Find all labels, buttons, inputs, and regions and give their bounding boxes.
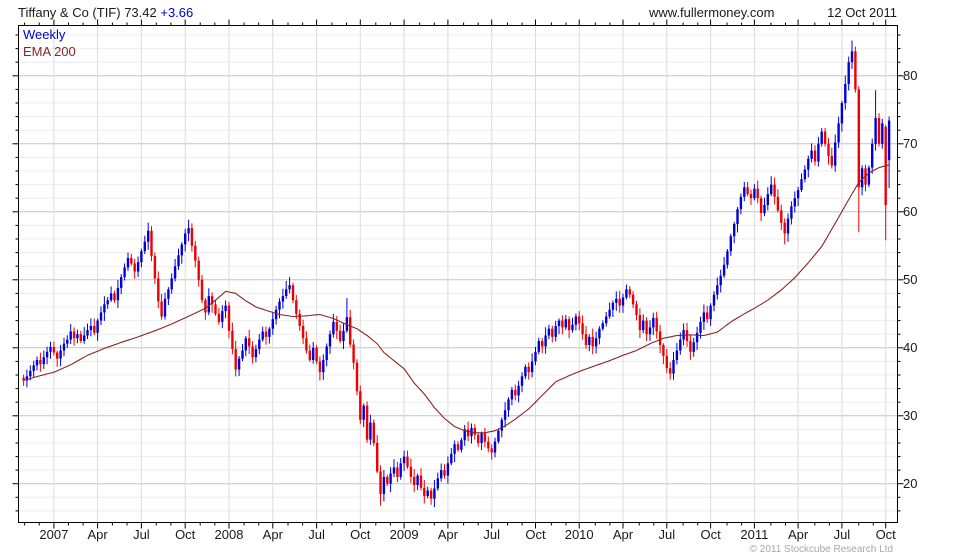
x-axis-label: Oct: [700, 527, 721, 542]
x-axis-label: Oct: [525, 527, 546, 542]
x-axis-label: Apr: [612, 527, 634, 542]
candles: [22, 40, 891, 507]
instrument-name: Tiffany & Co (TIF): [18, 5, 121, 20]
x-axis-label: Apr: [437, 527, 458, 542]
x-axis-label: Apr: [787, 527, 809, 542]
y-axis-label: 20: [903, 476, 918, 492]
last-price: 73.42: [124, 5, 157, 20]
x-axis-label: Jul: [658, 527, 676, 542]
y-axis-label: 80: [903, 68, 918, 84]
x-axis-label: Oct: [875, 527, 896, 542]
site-url: www.fullermoney.com: [649, 5, 775, 20]
legend-ema-label: EMA 200: [23, 44, 76, 59]
x-axis-label: Jul: [483, 527, 500, 542]
price-chart: [12, 19, 904, 529]
x-axis-label: 2007: [39, 527, 69, 542]
axes: [12, 19, 904, 529]
x-axis-label: Apr: [262, 527, 283, 542]
x-axis-label: 2008: [214, 527, 244, 542]
legend-series-label: Weekly: [23, 27, 66, 42]
x-axis-label: Oct: [350, 527, 371, 542]
y-axis-label: 60: [903, 204, 918, 220]
x-axis-label: 2010: [564, 527, 594, 542]
y-axis-label: 50: [903, 272, 918, 288]
x-axis-label: Jul: [308, 527, 325, 542]
ema-line: [23, 164, 890, 434]
x-axis-label: 2011: [740, 527, 769, 542]
chart-date: 12 Oct 2011: [827, 5, 897, 20]
chart-window: Tiffany & Co (TIF) 73.42 +3.66 www.fulle…: [0, 0, 980, 560]
copyright-notice: © 2011 Stockcube Research Ltd: [749, 544, 893, 555]
y-axis-label: 40: [903, 340, 918, 356]
y-axis-label: 30: [903, 408, 918, 424]
x-axis-label: Jul: [133, 527, 150, 542]
price-change: +3.66: [160, 5, 194, 20]
chart-title: Tiffany & Co (TIF) 73.42 +3.66: [18, 5, 193, 20]
y-axis-label: 70: [903, 136, 918, 152]
x-axis-label: Oct: [175, 527, 196, 542]
x-axis-label: Jul: [833, 527, 851, 542]
x-axis-label: 2009: [389, 527, 419, 542]
x-axis-label: Apr: [87, 527, 108, 542]
